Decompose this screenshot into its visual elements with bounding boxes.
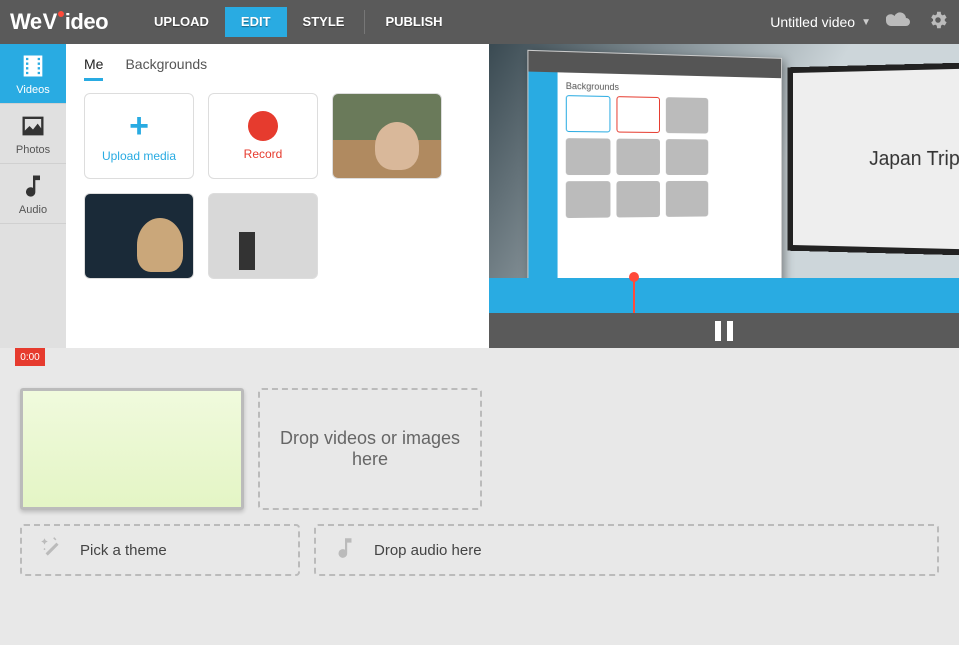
audio-drop-label: Drop audio here [374, 542, 482, 559]
media-thumbnail[interactable] [84, 193, 194, 279]
nav-separator [364, 10, 365, 34]
scrubber-track[interactable] [489, 278, 959, 313]
logo-dot-icon [58, 11, 64, 17]
drop-zone-label: Drop videos or images here [270, 428, 470, 470]
cloud-icon[interactable] [886, 11, 912, 34]
playhead-line [633, 278, 635, 313]
tab-backgrounds[interactable]: Backgrounds [125, 56, 207, 81]
plus-icon: + [129, 109, 149, 143]
media-thumbnail[interactable] [208, 193, 318, 279]
nav-upload[interactable]: UPLOAD [138, 7, 225, 37]
nav-edit[interactable]: EDIT [225, 7, 287, 37]
main-nav: UPLOAD EDIT STYLE PUBLISH [138, 7, 458, 37]
timeline-clip[interactable] [20, 388, 244, 510]
wand-icon [38, 535, 64, 565]
video-drop-zone[interactable]: Drop videos or images here [258, 388, 482, 510]
sidebar-tab-audio[interactable]: Audio [0, 164, 66, 224]
film-icon [19, 52, 47, 80]
media-panel: Me Backgrounds + Upload media Record [66, 44, 489, 348]
upload-media-card[interactable]: + Upload media [84, 93, 194, 179]
time-flag[interactable]: 0:00 [15, 348, 45, 366]
chevron-down-icon: ▼ [861, 17, 871, 28]
theme-drop-label: Pick a theme [80, 542, 167, 559]
nav-publish[interactable]: PUBLISH [369, 7, 458, 37]
sidebar-tab-label: Photos [16, 144, 50, 156]
settings-gear-icon[interactable] [927, 9, 949, 36]
preview-pane: Backgrounds Japan Trip [489, 44, 959, 348]
preview-mock-tab: Backgrounds [566, 81, 774, 96]
pause-button[interactable] [715, 321, 733, 341]
theme-drop-zone[interactable]: Pick a theme [20, 524, 300, 576]
sidebar-tab-label: Videos [16, 84, 49, 96]
sidebar-tab-photos[interactable]: Photos [0, 104, 66, 164]
tab-me[interactable]: Me [84, 56, 103, 81]
sidebar-tab-videos[interactable]: Videos [0, 44, 66, 104]
audio-drop-zone[interactable]: Drop audio here [314, 524, 939, 576]
image-icon [19, 112, 47, 140]
playback-bar [489, 313, 959, 348]
music-note-icon [332, 535, 358, 565]
record-card[interactable]: Record [208, 93, 318, 179]
project-title-dropdown[interactable]: Untitled video ▼ [770, 14, 871, 30]
music-note-icon [19, 172, 47, 200]
media-thumbnail[interactable] [332, 93, 442, 179]
project-title-label: Untitled video [770, 14, 855, 30]
sidebar-tab-label: Audio [19, 204, 47, 216]
media-sidebar: Videos Photos Audio [0, 44, 66, 348]
nav-style[interactable]: STYLE [287, 7, 361, 37]
preview-title-text: Japan Trip [869, 147, 959, 170]
record-card-label: Record [244, 147, 283, 161]
top-bar: WeVideo UPLOAD EDIT STYLE PUBLISH Untitl… [0, 0, 959, 44]
app-logo: WeVideo [10, 9, 108, 35]
record-circle-icon [248, 111, 278, 141]
upload-card-label: Upload media [102, 149, 176, 163]
preview-canvas[interactable]: Backgrounds Japan Trip [489, 44, 959, 278]
timeline: 0:00 Drop videos or images here Pick a t… [0, 348, 959, 596]
